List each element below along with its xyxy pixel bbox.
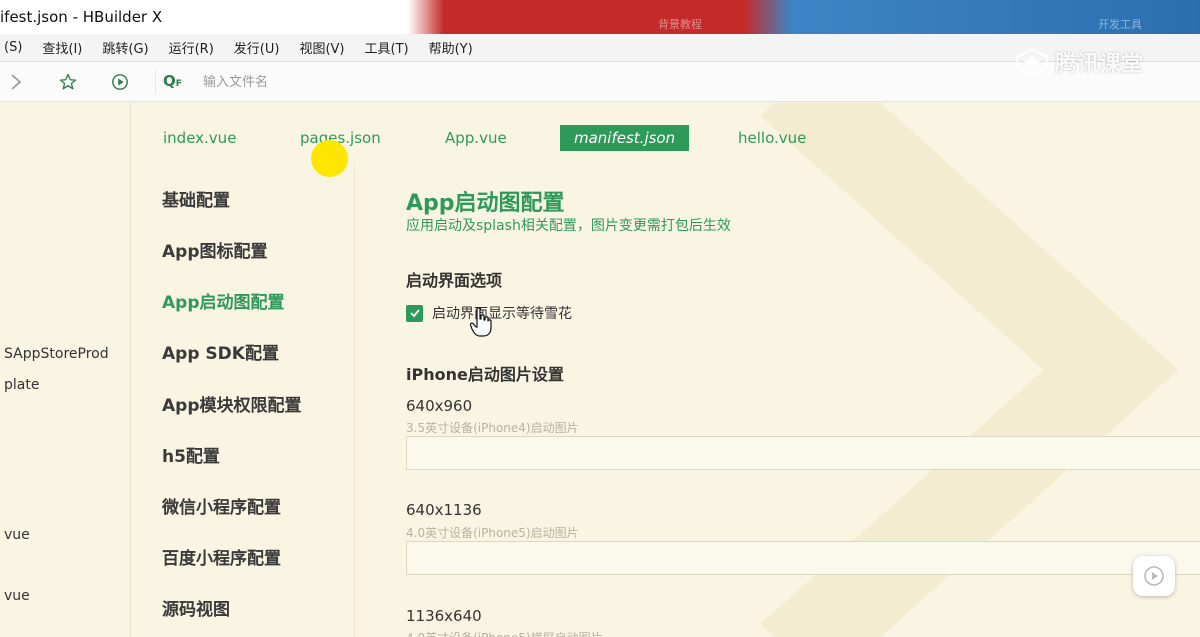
background-window-tab: 背景教程 bbox=[658, 18, 702, 31]
nav-item-app-icon[interactable]: App图标配置 bbox=[162, 237, 268, 262]
menu-item-tools[interactable]: 工具(T) bbox=[365, 38, 409, 57]
field-label-640x1136: 640x1136 bbox=[406, 501, 482, 519]
background-window-tab: 开发工具 bbox=[1098, 18, 1142, 31]
menu-item-find[interactable]: 查找(I) bbox=[42, 38, 82, 57]
field-hint-640x1136: 4.0英寸设备(iPhone5)启动图片 bbox=[406, 526, 579, 540]
forward-icon[interactable] bbox=[6, 72, 26, 92]
tab-index-vue[interactable]: index.vue bbox=[163, 125, 236, 151]
menu-item-publish[interactable]: 发行(U) bbox=[234, 38, 280, 57]
window-title: ifest.json - HBuilder X bbox=[0, 8, 163, 26]
section-title-splash-options: 启动界面选项 bbox=[406, 271, 503, 290]
run-icon[interactable] bbox=[110, 72, 130, 92]
nav-item-app-sdk[interactable]: App SDK配置 bbox=[162, 339, 279, 364]
tab-hello-vue[interactable]: hello.vue bbox=[738, 125, 806, 151]
menu-item-goto[interactable]: 跳转(G) bbox=[102, 38, 148, 57]
cursor-highlight bbox=[311, 140, 348, 177]
star-icon[interactable] bbox=[58, 72, 78, 92]
project-file-item[interactable]: vue bbox=[4, 588, 30, 604]
tab-manifest-json[interactable]: manifest.json bbox=[560, 125, 690, 151]
hand-cursor-icon bbox=[470, 307, 492, 337]
splash-640x1136-input[interactable] bbox=[406, 541, 1200, 575]
watermark-text: 腾讯课堂 bbox=[1055, 52, 1144, 77]
project-explorer: SAppStoreProd plate vue vue bbox=[0, 103, 131, 637]
nav-item-baidu[interactable]: 百度小程序配置 bbox=[162, 544, 281, 569]
page-title: App启动图配置 bbox=[406, 191, 565, 216]
title-bar: ifest.json - HBuilder X 背景教程 开发工具 bbox=[0, 0, 1200, 34]
field-hint-640x960: 3.5英寸设备(iPhone4)启动图片 bbox=[406, 421, 579, 435]
project-file-item[interactable]: vue bbox=[4, 527, 30, 543]
watermark-logo-icon bbox=[1015, 47, 1049, 77]
file-search-input[interactable] bbox=[203, 70, 603, 94]
page-subtitle: 应用启动及splash相关配置，图片变更需打包后生效 bbox=[406, 218, 731, 234]
field-hint-1136x640: 4.0英寸设备(iPhone5)横屏启动图片 bbox=[406, 629, 603, 637]
checkbox-checked-icon[interactable] bbox=[406, 304, 423, 322]
nav-item-app-modules[interactable]: App模块权限配置 bbox=[162, 391, 302, 416]
checkbox-label: 启动界面显示等待雪花 bbox=[432, 306, 572, 322]
menu-item-selection[interactable]: (S) bbox=[4, 40, 22, 55]
section-title-iphone-splash: iPhone启动图片设置 bbox=[406, 365, 564, 384]
nav-item-h5[interactable]: h5配置 bbox=[162, 442, 220, 467]
menu-item-help[interactable]: 帮助(Y) bbox=[429, 38, 473, 57]
tab-app-vue[interactable]: App.vue bbox=[445, 125, 507, 151]
menu-item-run[interactable]: 运行(R) bbox=[169, 38, 214, 57]
splash-640x960-input[interactable] bbox=[406, 436, 1200, 470]
nav-item-weixin[interactable]: 微信小程序配置 bbox=[162, 493, 281, 518]
menu-item-view[interactable]: 视图(V) bbox=[299, 38, 344, 57]
file-search-icon[interactable]: QF bbox=[163, 72, 182, 90]
config-nav: 基础配置 App图标配置 App启动图配置 App SDK配置 App模块权限配… bbox=[131, 163, 355, 637]
field-label-640x960: 640x960 bbox=[406, 397, 473, 415]
play-icon bbox=[1144, 566, 1164, 586]
manifest-editor: index.vue pages.json App.vue manifest.js… bbox=[131, 103, 1200, 637]
project-file-item[interactable]: plate bbox=[4, 377, 39, 393]
nav-item-basic[interactable]: 基础配置 bbox=[162, 186, 230, 211]
project-file-item[interactable]: SAppStoreProd bbox=[4, 346, 109, 362]
field-label-1136x640: 1136x640 bbox=[406, 607, 482, 625]
video-play-button[interactable] bbox=[1133, 556, 1175, 596]
nav-item-app-splash[interactable]: App启动图配置 bbox=[162, 288, 285, 313]
toolbar-divider bbox=[155, 70, 156, 94]
nav-item-source-view[interactable]: 源码视图 bbox=[162, 595, 230, 620]
tencent-classroom-watermark: 腾讯课堂 bbox=[1015, 46, 1143, 78]
